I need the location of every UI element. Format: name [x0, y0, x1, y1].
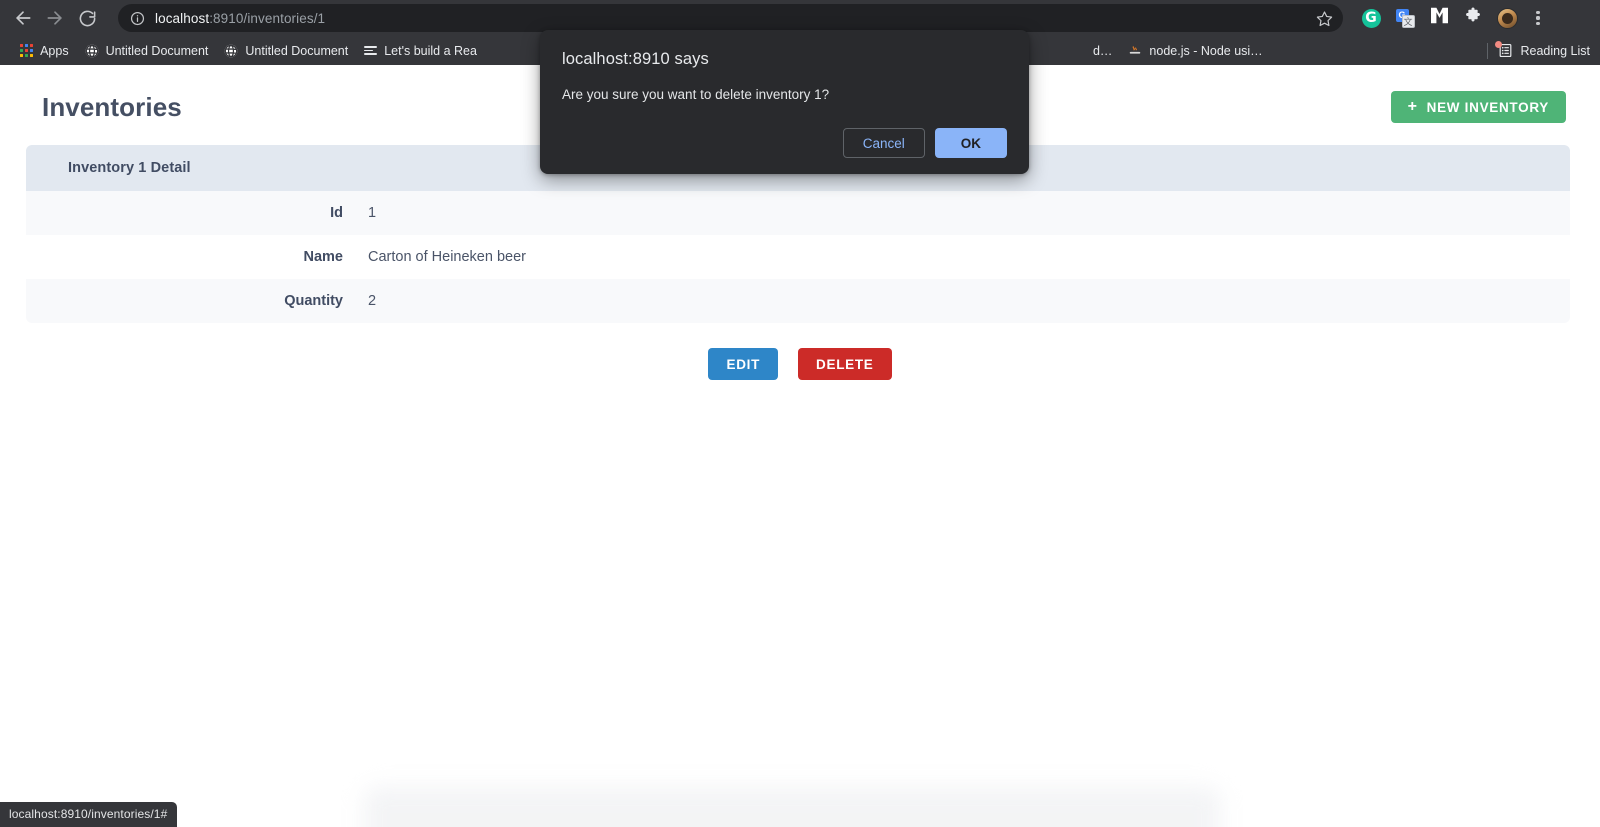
reading-list-badge [1494, 41, 1502, 48]
apps-grid-icon [20, 43, 34, 58]
reload-button[interactable] [72, 3, 102, 33]
edit-button[interactable]: EDIT [708, 348, 779, 380]
row-label-name: Name [303, 249, 344, 265]
page-viewport: Inventories + NEW INVENTORY Inventory 1 … [0, 65, 1600, 827]
status-bar-url: localhost:8910/inventories/1# [0, 802, 178, 827]
arrow-left-icon [13, 8, 33, 28]
bookmark-nodejs[interactable]: node.js - Node usi… [1120, 40, 1270, 62]
bookmark-label: Apps [40, 43, 69, 58]
momentum-m-icon [1430, 7, 1449, 29]
new-inventory-button[interactable]: + NEW INVENTORY [1390, 91, 1566, 123]
table-row: Quantity 2 [26, 279, 1570, 323]
globe-icon [85, 44, 99, 58]
puzzle-piece-icon [1464, 7, 1482, 30]
card-action-buttons: EDIT DELETE [0, 348, 1600, 380]
translate-letter-cjk: 文 [1401, 14, 1415, 28]
bookmark-lets-build-a-react[interactable]: Let's build a Rea [356, 40, 485, 62]
info-circle-icon[interactable] [130, 11, 145, 26]
translate-glyph-group: G 文 [1395, 8, 1415, 28]
page-title: Inventories [42, 91, 182, 122]
address-bar-url[interactable]: localhost:8910/inventories/1 [155, 11, 1310, 26]
dialog-title: localhost:8910 says [562, 50, 709, 68]
grammarly-extension-icon[interactable]: G [1357, 4, 1385, 32]
toolbar-divider [1486, 42, 1488, 59]
reading-list-icon [1494, 41, 1513, 58]
row-value-quantity: 2 [368, 293, 377, 309]
address-bar[interactable]: localhost:8910/inventories/1 [118, 4, 1343, 32]
row-value-name: Carton of Heineken beer [368, 249, 526, 265]
arrow-right-icon [45, 8, 65, 28]
table-row: Name Carton of Heineken beer [26, 235, 1570, 279]
forward-button[interactable] [40, 3, 70, 33]
bookmark-label: Let's build a Rea [384, 43, 477, 58]
bookmark-label: Untitled Document [105, 43, 209, 58]
avatar-image [1496, 7, 1518, 29]
bookmark-untitled-document-1[interactable]: Untitled Document [77, 40, 217, 62]
nodejs-icon [1128, 44, 1142, 58]
google-translate-extension-icon[interactable]: G 文 [1391, 4, 1419, 32]
reading-list-label: Reading List [1520, 43, 1591, 58]
dialog-message: Are you sure you want to delete inventor… [562, 87, 830, 102]
three-dot-menu-icon[interactable] [1527, 4, 1549, 32]
row-value-id: 1 [368, 205, 377, 221]
bookmark-label: Untitled Document [245, 43, 349, 58]
bookmark-untitled-document-2[interactable]: Untitled Document [216, 40, 356, 62]
back-button[interactable] [8, 3, 38, 33]
url-host: localhost [155, 10, 210, 26]
row-label-id: Id [330, 205, 343, 221]
page-bottom-shadow [364, 787, 1220, 827]
reading-list-button[interactable]: Reading List [1486, 40, 1591, 62]
profile-avatar[interactable] [1493, 4, 1521, 32]
dialog-ok-button[interactable]: OK [934, 128, 1007, 158]
list-lines-icon [364, 46, 378, 55]
bookmark-label: node.js - Node usi… [1149, 43, 1263, 58]
row-label-quantity: Quantity [284, 293, 343, 309]
globe-icon [224, 44, 238, 58]
grammarly-glyph: G [1361, 8, 1381, 28]
javascript-confirm-dialog: localhost:8910 says Are you sure you wan… [540, 30, 1029, 174]
bookmark-apps[interactable]: Apps [12, 40, 77, 62]
extensions-puzzle-icon[interactable] [1459, 4, 1487, 32]
reload-icon [78, 9, 97, 28]
new-inventory-label: NEW INVENTORY [1426, 99, 1549, 115]
plus-icon: + [1407, 98, 1418, 115]
bookmark-truncated[interactable]: d… [1085, 40, 1120, 62]
dialog-cancel-button[interactable]: Cancel [842, 128, 925, 158]
delete-button[interactable]: DELETE [798, 348, 892, 380]
star-icon[interactable] [1310, 10, 1333, 27]
url-path: :8910/inventories/1 [209, 10, 326, 26]
momentum-extension-icon[interactable] [1425, 4, 1453, 32]
table-row: Id 1 [26, 191, 1570, 235]
three-dots [1536, 10, 1540, 26]
bookmark-label: d… [1092, 43, 1113, 58]
dialog-buttons: Cancel OK [562, 128, 1007, 158]
